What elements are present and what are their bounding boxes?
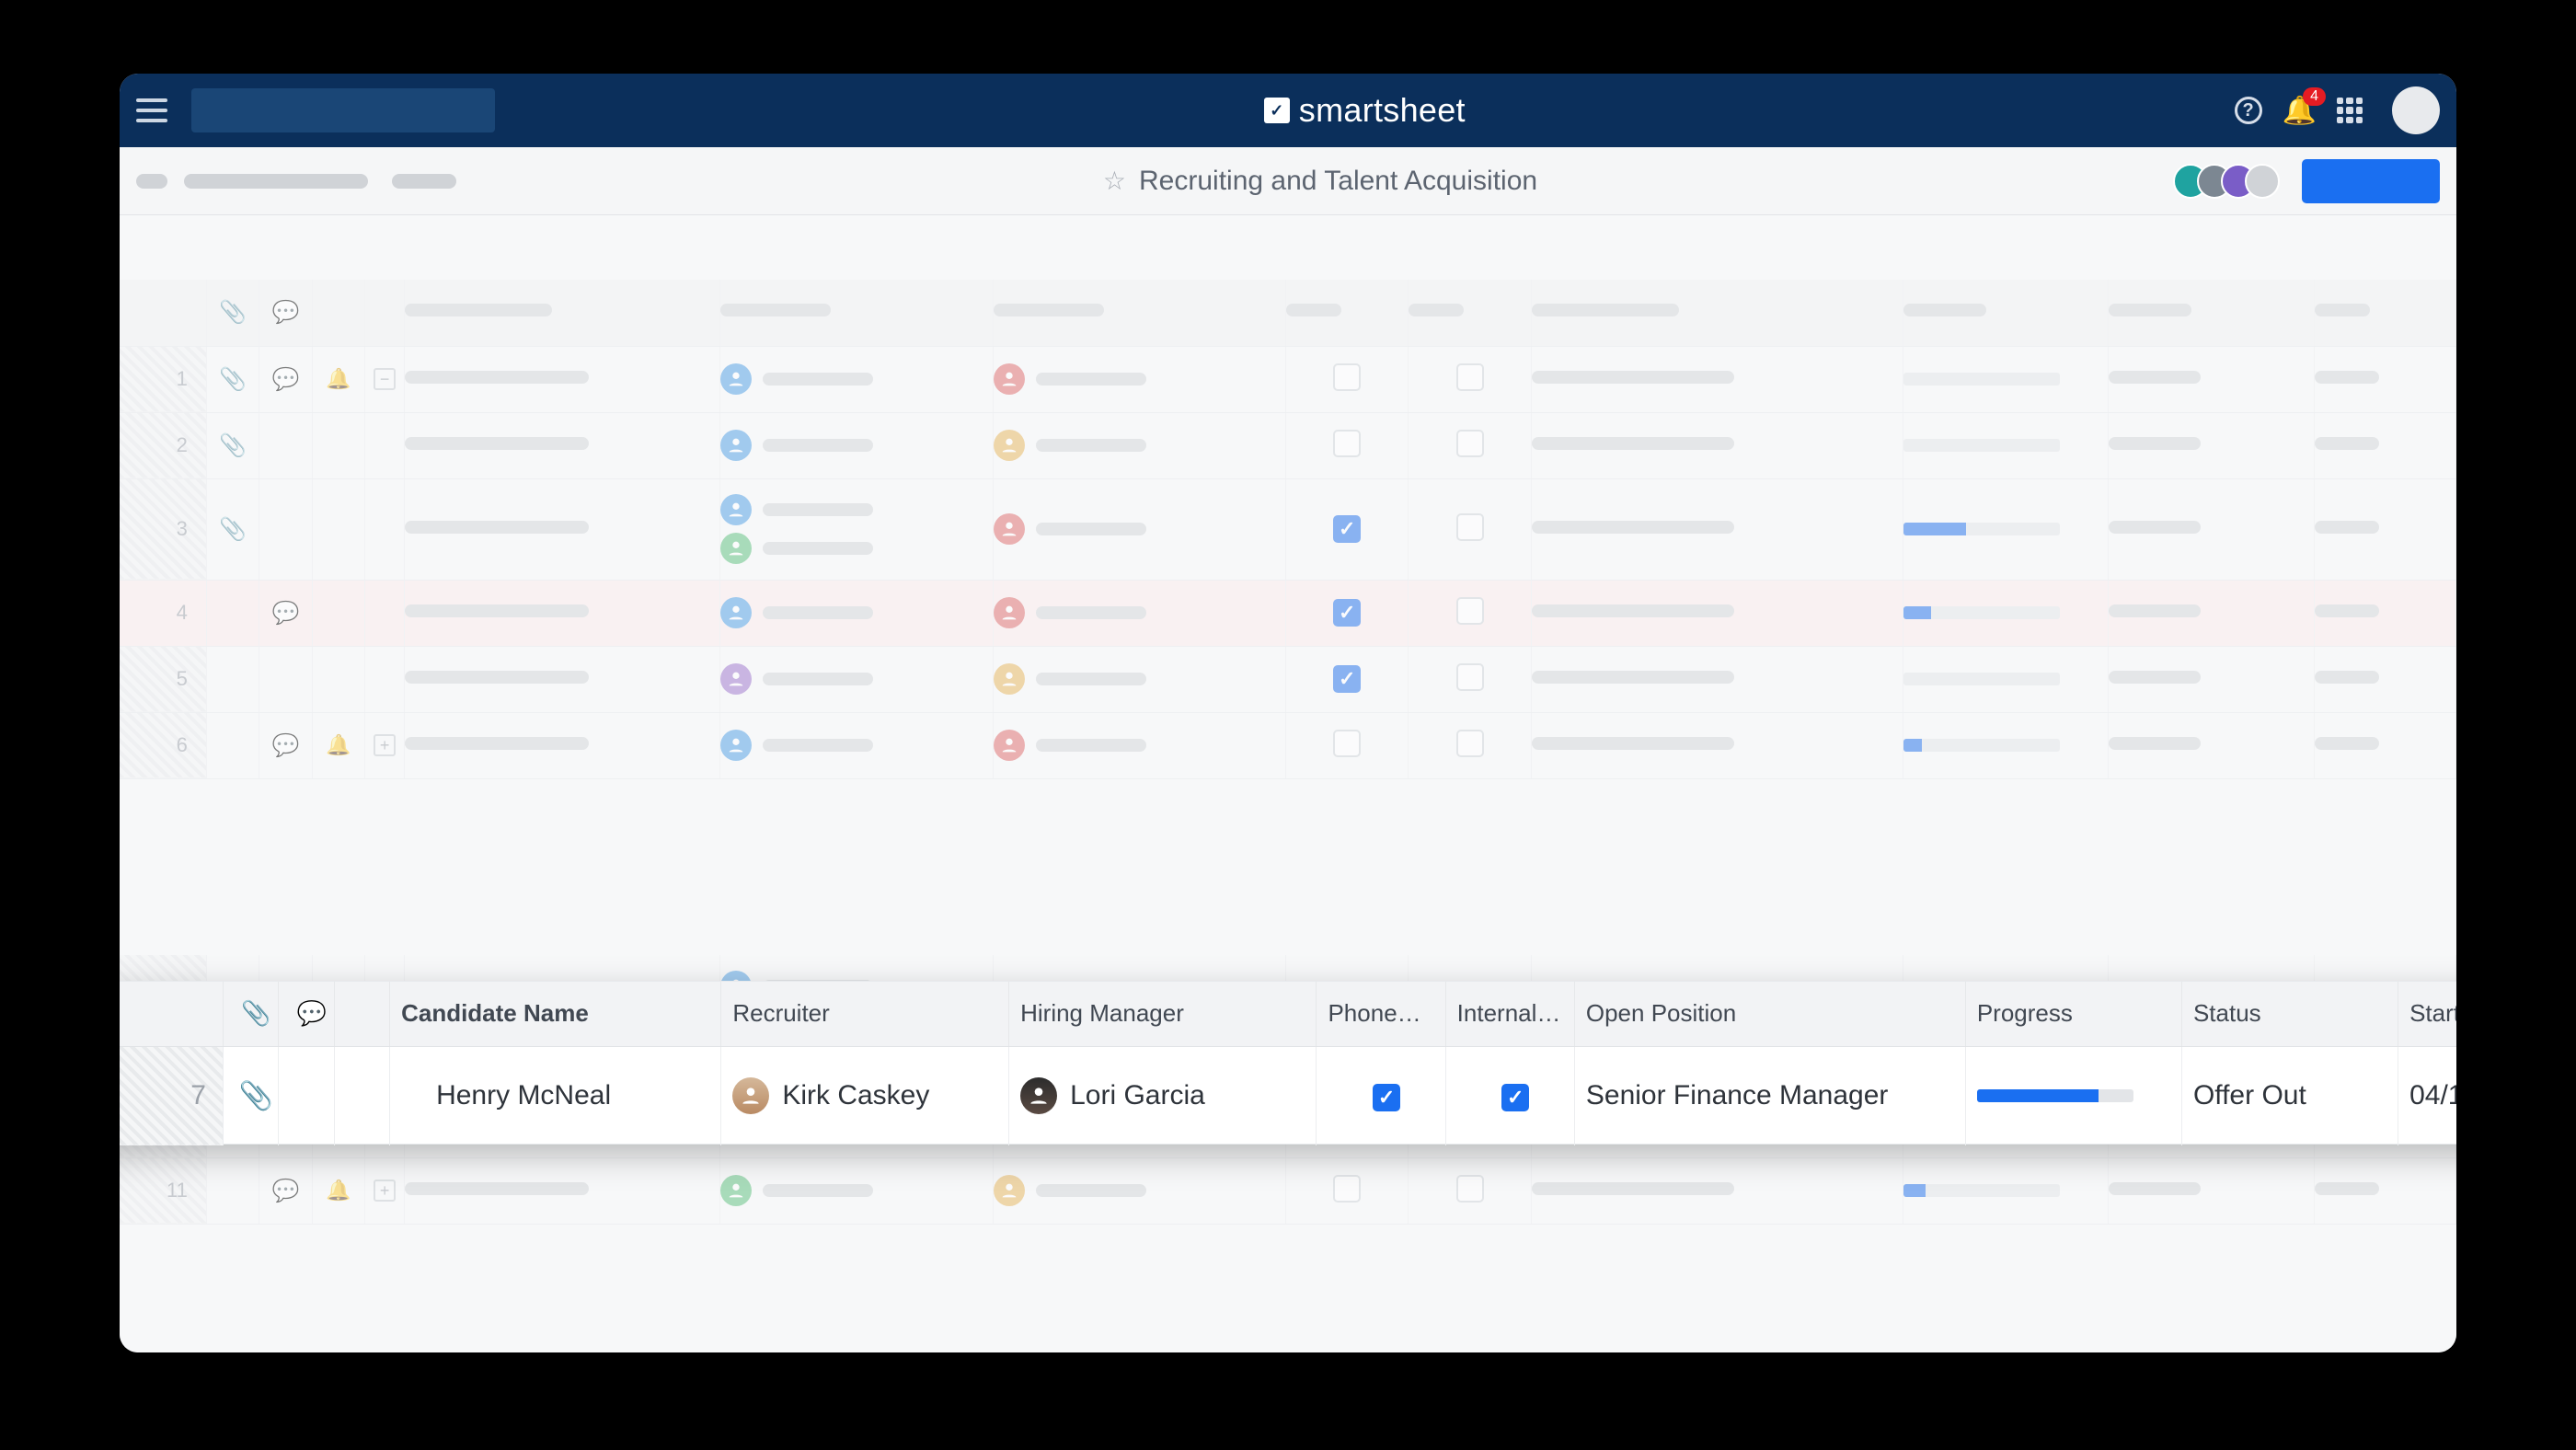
cell-phone[interactable]	[1317, 1046, 1445, 1145]
user-avatar[interactable]	[2392, 86, 2440, 134]
col-internal[interactable]: Internal…	[1445, 982, 1574, 1046]
checkbox-checked-icon	[1373, 1084, 1400, 1111]
col-progress[interactable]: Progress	[1965, 982, 2181, 1046]
col-phone[interactable]: Phone…	[1317, 982, 1445, 1046]
col-candidate[interactable]: Candidate Name	[390, 982, 721, 1046]
col-start-date[interactable]: Start D…	[2398, 982, 2456, 1046]
toolbar: ☆ Recruiting and Talent Acquisition	[120, 147, 2456, 215]
recruiter-name: Kirk Caskey	[782, 1080, 929, 1111]
help-icon: ?	[2235, 97, 2262, 124]
grid: 📎💬 1📎💬🔔−2📎3📎4💬56💬🔔+9💬10📎11💬🔔+ 📎	[120, 215, 2456, 1352]
cell-start-date[interactable]: 04/18/19	[2398, 1046, 2456, 1145]
header-row-placeholder: 📎💬	[120, 280, 2456, 346]
notifications-badge: 4	[2303, 87, 2326, 106]
col-hiring-manager[interactable]: Hiring Manager	[1009, 982, 1317, 1046]
table-row[interactable]: 11💬🔔+	[120, 1157, 2456, 1224]
cell-status[interactable]: Offer Out	[2181, 1046, 2398, 1145]
checkbox-checked-icon	[1501, 1084, 1529, 1111]
app-window: ✓ smartsheet ? 🔔 4 ☆ Recruiting and Tale…	[120, 74, 2456, 1352]
col-recruiter[interactable]: Recruiter	[721, 982, 1009, 1046]
col-open-position[interactable]: Open Position	[1574, 982, 1965, 1046]
toolbar-placeholder	[392, 174, 456, 189]
avatar-icon	[1020, 1077, 1057, 1114]
top-nav: ✓ smartsheet ? 🔔 4	[120, 74, 2456, 147]
table-row[interactable]: 5	[120, 646, 2456, 712]
sheet-title-area: ☆ Recruiting and Talent Acquisition	[456, 166, 2184, 197]
cell-open-position[interactable]: Senior Finance Manager	[1574, 1046, 1965, 1145]
help-button[interactable]: ?	[2235, 97, 2262, 124]
brand-name: smartsheet	[1299, 91, 1466, 130]
col-status[interactable]: Status	[2181, 982, 2398, 1046]
table-row[interactable]: 6💬🔔+	[120, 712, 2456, 778]
table-row[interactable]: 2📎	[120, 412, 2456, 478]
avatar-icon	[732, 1077, 769, 1114]
search-input[interactable]	[191, 88, 495, 132]
table-row[interactable]: 4💬	[120, 580, 2456, 646]
toolbar-placeholder	[136, 174, 167, 189]
table-row[interactable]: 3📎	[120, 478, 2456, 580]
hiring-manager-name: Lori Garcia	[1070, 1080, 1205, 1111]
favorite-star-icon[interactable]: ☆	[1103, 166, 1126, 196]
cell-internal[interactable]	[1445, 1046, 1574, 1145]
row-number: 7	[120, 1046, 223, 1145]
sheet-title[interactable]: Recruiting and Talent Acquisition	[1139, 166, 1537, 197]
cell-candidate[interactable]: Henry McNeal	[390, 1046, 721, 1145]
notifications-button[interactable]: 🔔 4	[2283, 95, 2317, 127]
attachments-column-icon: 📎	[223, 982, 278, 1046]
toolbar-placeholder	[184, 174, 368, 189]
focused-row-overlay: 📎 💬 Candidate Name Recruiter Hiring Mana…	[120, 981, 2456, 1145]
cell-recruiter[interactable]: Kirk Caskey	[721, 1046, 1009, 1145]
menu-button[interactable]	[136, 98, 167, 122]
table-row[interactable]: 1📎💬🔔−	[120, 346, 2456, 412]
nav-right: ? 🔔 4	[2235, 86, 2440, 134]
table-row[interactable]: 7 📎 Henry McNeal Kirk Caskey Lori Garcia…	[120, 1046, 2456, 1145]
attachment-icon[interactable]: 📎	[223, 1046, 278, 1145]
column-header-row: 📎 💬 Candidate Name Recruiter Hiring Mana…	[120, 982, 2456, 1046]
brand: ✓ smartsheet	[495, 91, 2235, 130]
apps-launcher-button[interactable]	[2337, 98, 2363, 123]
cell-hiring-manager[interactable]: Lori Garcia	[1009, 1046, 1317, 1145]
share-button[interactable]	[2302, 159, 2440, 203]
brand-logo-icon: ✓	[1264, 98, 1290, 123]
comments-column-icon: 💬	[279, 982, 334, 1046]
cell-progress[interactable]	[1965, 1046, 2181, 1145]
presence-avatars[interactable]	[2184, 164, 2280, 199]
